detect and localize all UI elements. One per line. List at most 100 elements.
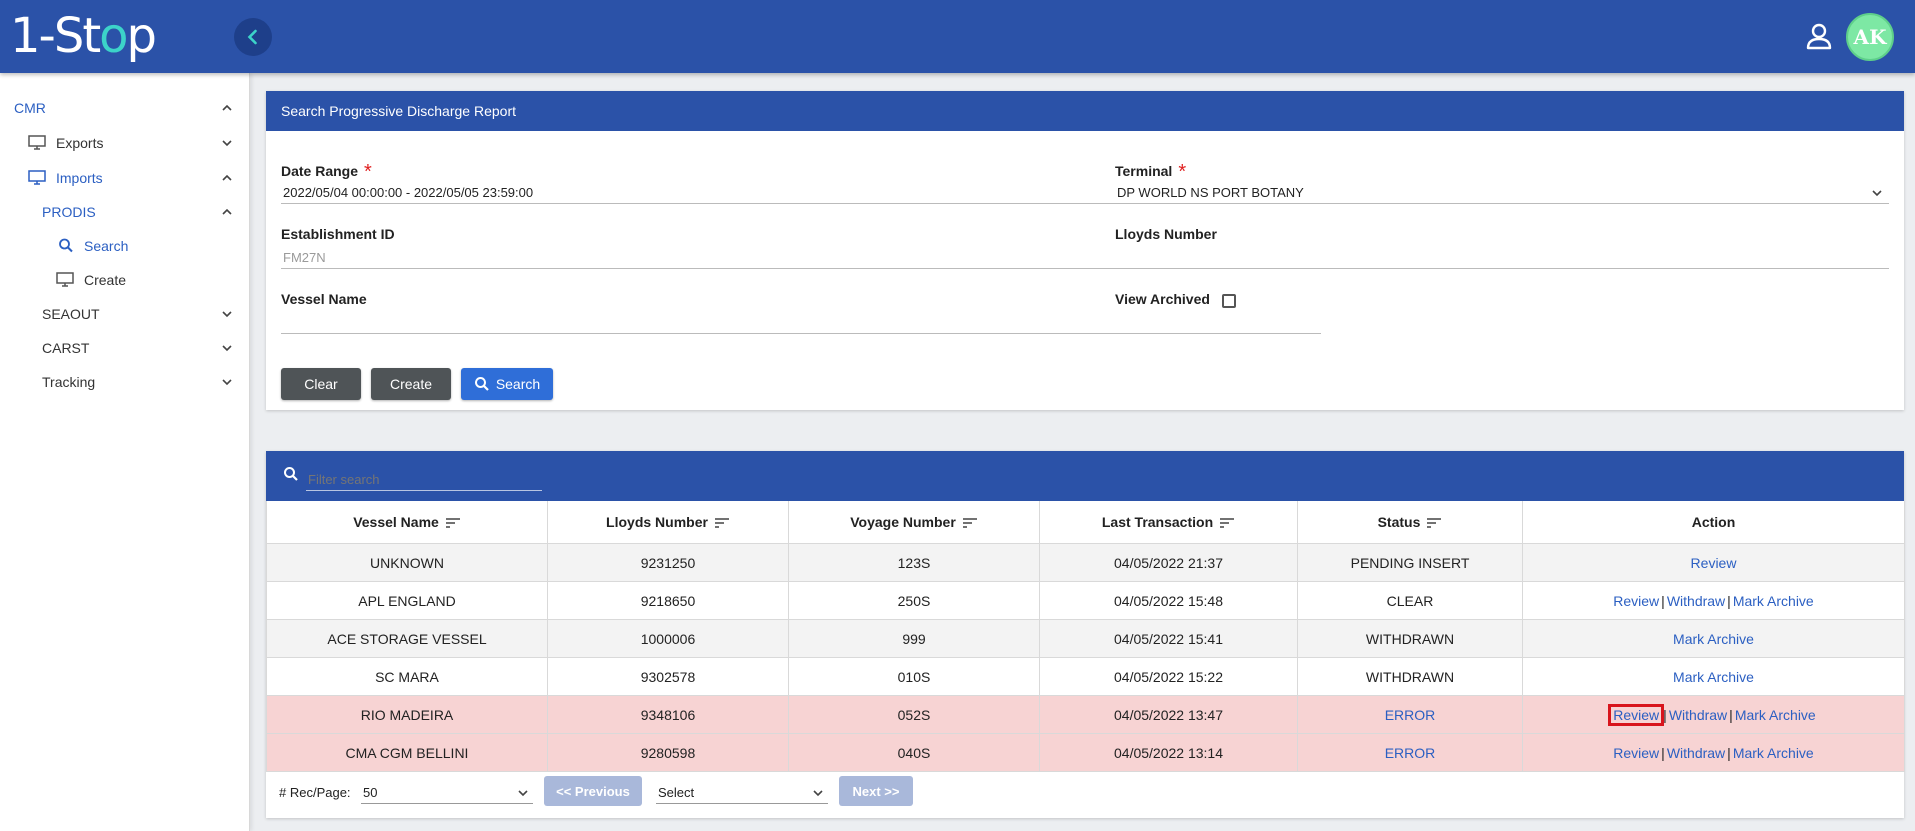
mark-archive-link[interactable]: Mark Archive xyxy=(1733,745,1814,761)
terminal-field[interactable]: Terminal * DP WORLD NS PORT BOTANY xyxy=(1115,161,1889,204)
table-row: UNKNOWN 9231250 123S 04/05/2022 21:37 PENDIN… xyxy=(266,543,1905,582)
view-archived-field: View Archived xyxy=(1115,291,1210,307)
column-header-label: Voyage Number xyxy=(850,514,956,530)
cell-voyage: 250S xyxy=(788,581,1040,620)
sidebar-item-tracking[interactable]: Tracking xyxy=(0,367,249,397)
column-header[interactable]: Lloyds Number xyxy=(547,501,789,544)
sidebar-item-label: Search xyxy=(84,238,129,254)
sort-icon[interactable] xyxy=(714,517,730,529)
sort-icon[interactable] xyxy=(445,517,461,529)
sidebar-item-search[interactable]: Search xyxy=(0,231,249,261)
chevron-down-icon xyxy=(222,140,232,147)
sidebar-item-imports[interactable]: Imports xyxy=(0,163,249,193)
table-row: RIO MADEIRA 9348106 052S 04/05/2022 13:47 ER… xyxy=(266,695,1905,734)
logo: 1-Stop xyxy=(10,8,157,64)
mark-archive-link[interactable]: Mark Archive xyxy=(1735,707,1816,723)
sort-icon[interactable] xyxy=(962,517,978,529)
previous-page-button[interactable]: << Previous xyxy=(544,776,642,806)
sidebar-item-label: Exports xyxy=(56,135,104,151)
clear-button[interactable]: Clear xyxy=(281,368,361,400)
cell-action: Review | Withdraw | Mark Archive xyxy=(1522,733,1905,772)
sidebar-item-seaout[interactable]: SEAOUT xyxy=(0,299,249,329)
cell-last: 04/05/2022 13:14 xyxy=(1039,733,1298,772)
lloyds-number-input[interactable] xyxy=(1115,247,1889,269)
table-header-row: Vessel Name Lloyds Number Voyage Number Las… xyxy=(266,501,1905,544)
table-row: ACE STORAGE VESSEL 1000006 999 04/05/2022 1… xyxy=(266,619,1905,658)
cell-status: PENDING INSERT xyxy=(1297,543,1523,582)
required-marker: * xyxy=(364,161,372,183)
view-archived-checkbox[interactable] xyxy=(1222,294,1236,308)
next-page-button[interactable]: Next >> xyxy=(839,776,913,806)
chevron-down-icon xyxy=(222,379,232,386)
mark-archive-link[interactable]: Mark Archive xyxy=(1673,631,1754,647)
cell-voyage: 123S xyxy=(788,543,1040,582)
mark-archive-link[interactable]: Mark Archive xyxy=(1673,669,1754,685)
column-header-label: Last Transaction xyxy=(1101,514,1214,530)
action-separator: | xyxy=(1661,592,1665,609)
avatar[interactable]: AK xyxy=(1846,13,1894,61)
date-range-label: Date Range xyxy=(281,163,359,179)
vessel-name-input[interactable] xyxy=(281,312,1321,334)
cell-last: 04/05/2022 13:47 xyxy=(1039,695,1298,734)
cell-lloyds: 9302578 xyxy=(547,657,789,696)
lloyds-number-field[interactable]: Lloyds Number xyxy=(1115,226,1889,269)
cell-voyage: 010S xyxy=(788,657,1040,696)
rec-per-page-select[interactable]: 50 xyxy=(361,782,533,804)
chevron-up-icon xyxy=(222,104,232,111)
action-separator: | xyxy=(1727,744,1731,761)
table-row: CMA CGM BELLINI 9280598 040S 04/05/2022 13:… xyxy=(266,733,1905,772)
column-header[interactable]: Voyage Number xyxy=(788,501,1040,544)
cell-lloyds: 9280598 xyxy=(547,733,789,772)
column-header[interactable]: Status xyxy=(1297,501,1523,544)
sidebar-item-exports[interactable]: Exports xyxy=(0,128,249,158)
cell-status: WITHDRAWN xyxy=(1297,619,1523,658)
chevron-down-icon xyxy=(1872,190,1882,197)
sidebar-item-label: Tracking xyxy=(42,374,96,390)
results-table: Vessel Name Lloyds Number Voyage Number Las… xyxy=(266,501,1905,772)
cell-vessel: SC MARA xyxy=(266,657,548,696)
sidebar-item-prodis[interactable]: PRODIS xyxy=(0,197,249,227)
withdraw-link[interactable]: Withdraw xyxy=(1667,745,1725,761)
sidebar-item-carst[interactable]: CARST xyxy=(0,333,249,363)
search-button[interactable]: Search xyxy=(461,368,553,400)
table-body: UNKNOWN 9231250 123S 04/05/2022 21:37 PENDIN… xyxy=(266,543,1905,772)
collapse-sidebar-button[interactable] xyxy=(234,18,272,56)
column-header[interactable]: Last Transaction xyxy=(1039,501,1298,544)
sidebar-item-create[interactable]: Create xyxy=(0,265,249,295)
column-header: Action xyxy=(1522,501,1905,544)
sidebar-item-cmr[interactable]: CMR xyxy=(0,93,249,123)
top-bar: 1-Stop AK xyxy=(0,0,1915,73)
review-link[interactable]: Review xyxy=(1613,593,1659,609)
table-row: SC MARA 9302578 010S 04/05/2022 15:22 WITHDR… xyxy=(266,657,1905,696)
withdraw-link[interactable]: Withdraw xyxy=(1669,707,1727,723)
filter-search-input[interactable] xyxy=(306,468,542,491)
vessel-name-label: Vessel Name xyxy=(281,291,367,307)
chevron-left-icon xyxy=(247,29,257,45)
cell-voyage: 052S xyxy=(788,695,1040,734)
cell-lloyds: 9218650 xyxy=(547,581,789,620)
sidebar-item-label: CMR xyxy=(14,100,46,116)
cell-action: Mark Archive xyxy=(1522,619,1905,658)
chevron-down-icon xyxy=(518,790,528,797)
review-link[interactable]: Review xyxy=(1608,703,1665,726)
page-select[interactable]: Select xyxy=(656,782,828,804)
cell-status: ERROR xyxy=(1297,695,1523,734)
review-link[interactable]: Review xyxy=(1691,555,1737,571)
results-panel: Vessel Name Lloyds Number Voyage Number Las… xyxy=(266,451,1905,818)
chevron-down-icon xyxy=(222,311,232,318)
cell-vessel: ACE STORAGE VESSEL xyxy=(266,619,548,658)
page-select-value: Select xyxy=(658,785,695,800)
sort-icon[interactable] xyxy=(1426,517,1442,529)
withdraw-link[interactable]: Withdraw xyxy=(1667,593,1725,609)
sidebar-item-label: Imports xyxy=(56,170,103,186)
action-separator: | xyxy=(1663,706,1667,723)
terminal-select[interactable]: DP WORLD NS PORT BOTANY xyxy=(1115,182,1889,204)
mark-archive-link[interactable]: Mark Archive xyxy=(1733,593,1814,609)
sort-icon[interactable] xyxy=(1219,517,1235,529)
chevron-down-icon xyxy=(813,790,823,797)
user-icon[interactable] xyxy=(1804,22,1834,52)
terminal-select-value: DP WORLD NS PORT BOTANY xyxy=(1117,185,1304,200)
review-link[interactable]: Review xyxy=(1613,745,1659,761)
column-header[interactable]: Vessel Name xyxy=(266,501,548,544)
create-button[interactable]: Create xyxy=(371,368,451,400)
